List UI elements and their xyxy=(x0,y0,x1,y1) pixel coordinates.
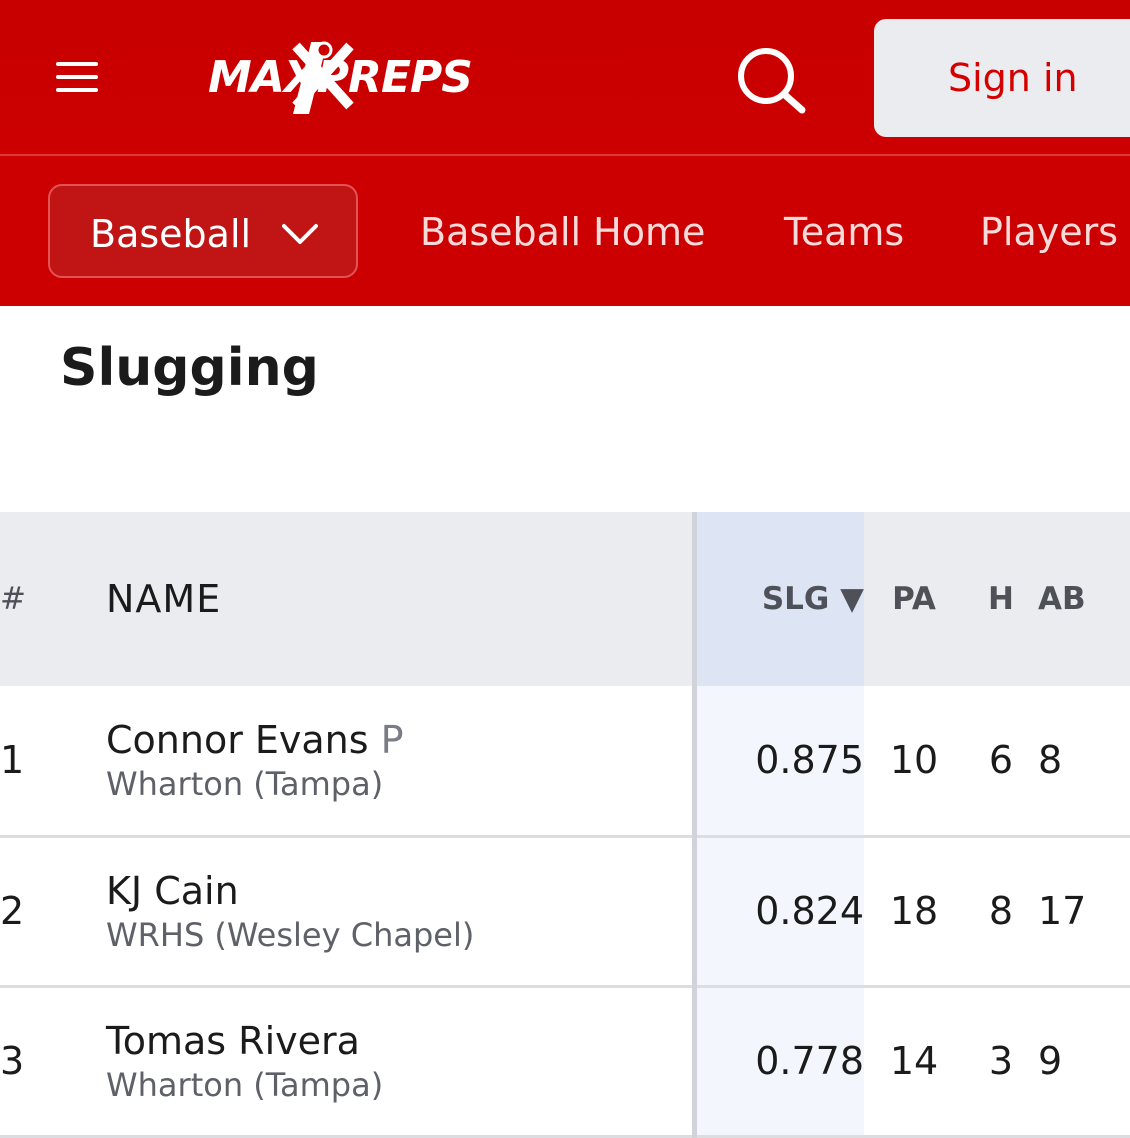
column-header-pa[interactable]: PA xyxy=(864,512,964,686)
pa-cell: 14 xyxy=(889,1039,939,1083)
player-name-link[interactable]: KJ Cain xyxy=(106,869,239,913)
nav-baseball-home[interactable]: Baseball Home xyxy=(420,210,705,254)
player-cell: Tomas Rivera Wharton (Tampa) xyxy=(106,986,694,1136)
sport-dropdown[interactable]: Baseball xyxy=(48,184,358,278)
player-name-link[interactable]: Tomas Rivera xyxy=(106,1019,360,1063)
h-cell: 3 xyxy=(988,1039,1014,1083)
player-school[interactable]: WRHS (Wesley Chapel) xyxy=(106,915,692,955)
nav-teams[interactable]: Teams xyxy=(784,210,904,254)
player-cell: Connor Evans P Wharton (Tampa) xyxy=(106,686,694,836)
table-row: 2 KJ Cain WRHS (Wesley Chapel) 0.824 18 … xyxy=(0,836,1130,986)
table-row: 3 Tomas Rivera Wharton (Tampa) 0.778 14 … xyxy=(0,986,1130,1136)
rank-cell: 3 xyxy=(0,1039,25,1083)
maxpreps-logo[interactable]: MAXPREPS xyxy=(200,36,480,120)
stats-table: # NAME SLG ▼ PA H AB 1 Connor Evans P Wha… xyxy=(0,512,1130,1138)
player-school[interactable]: Wharton (Tampa) xyxy=(106,764,692,804)
top-header: MAXPREPS Sign in xyxy=(0,0,1130,156)
sport-subnav: Baseball Baseball Home Teams Players xyxy=(0,156,1130,306)
column-header-ab[interactable]: AB xyxy=(1038,512,1130,686)
h-cell: 6 xyxy=(988,738,1014,783)
slg-cell: 0.778 xyxy=(691,986,864,1136)
rank-cell: 2 xyxy=(0,889,25,933)
ab-cell: 9 xyxy=(1038,1039,1063,1083)
pa-cell: 10 xyxy=(889,738,939,783)
h-cell: 8 xyxy=(988,889,1014,933)
page-title: Slugging xyxy=(60,338,319,398)
ab-cell: 8 xyxy=(1038,738,1063,783)
player-cell: KJ Cain WRHS (Wesley Chapel) xyxy=(106,836,694,986)
table-row: 1 Connor Evans P Wharton (Tampa) 0.875 10… xyxy=(0,686,1130,836)
column-header-name[interactable]: NAME xyxy=(106,512,694,686)
player-name-link[interactable]: Connor Evans xyxy=(106,718,369,762)
sign-in-button[interactable]: Sign in xyxy=(874,19,1130,137)
pa-cell: 18 xyxy=(889,889,939,933)
column-header-rank: # xyxy=(0,581,26,617)
rank-cell: 1 xyxy=(0,738,25,783)
search-icon[interactable] xyxy=(734,44,810,116)
player-school[interactable]: Wharton (Tampa) xyxy=(106,1065,692,1105)
ab-cell: 17 xyxy=(1038,889,1087,933)
slg-cell: 0.875 xyxy=(691,686,864,836)
chevron-down-icon xyxy=(282,224,318,244)
menu-icon[interactable] xyxy=(52,56,104,98)
sport-dropdown-label: Baseball xyxy=(90,212,252,256)
logo-wordmark: MAXPREPS xyxy=(208,52,472,103)
nav-players[interactable]: Players xyxy=(980,210,1118,254)
slg-cell: 0.824 xyxy=(691,836,864,986)
table-header-row: # NAME SLG ▼ PA H AB xyxy=(0,512,1130,686)
column-header-slg-sorted[interactable]: SLG ▼ xyxy=(691,512,864,686)
player-position: P xyxy=(380,718,404,763)
column-header-h[interactable]: H xyxy=(964,512,1038,686)
